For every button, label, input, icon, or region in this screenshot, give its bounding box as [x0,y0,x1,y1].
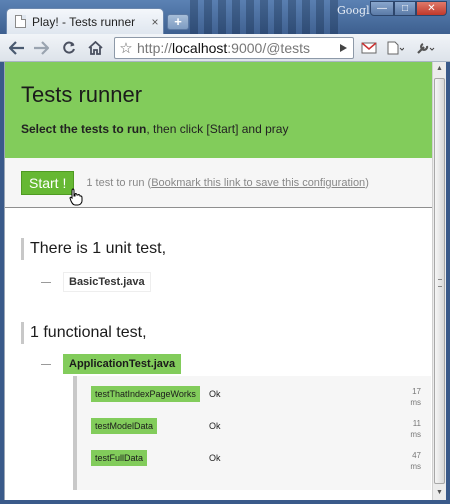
test-status: Ok [209,389,221,399]
functional-test-file[interactable]: ApplicationTest.java [63,354,182,374]
url-text[interactable]: http://localhost:9000/@tests [137,40,353,56]
scroll-up-arrow-icon[interactable]: ▲ [433,62,446,76]
duration-unit: ms [410,462,421,471]
bookmark-config-link[interactable]: Bookmark this link to save this configur… [151,177,365,189]
url-scheme: http:// [137,40,173,56]
page-menu-button[interactable] [384,38,406,58]
test-results-panel: testThatIndexPageWorks Ok 17 ms testModel… [73,376,431,490]
test-count-text: 1 test to run [86,176,145,189]
run-info: 1 test to run (Bookmark this link to sav… [86,177,369,189]
test-name: testFullData [91,450,148,466]
gmail-button[interactable] [358,38,380,58]
test-duration: 11 ms [401,418,421,440]
actions-bar: Start ! 1 test to run (Bookmark this lin… [5,158,433,208]
page-menu-icon [387,41,404,55]
test-status: Ok [209,453,221,463]
play-icon [340,44,347,52]
new-tab-button[interactable]: + [167,14,189,30]
unit-test-file-row: BasicTest.java [41,272,433,292]
test-name: testModelData [91,418,158,434]
bookmark-star-icon[interactable]: ☆ [115,39,137,57]
window-titlebar: Play! - Tests runner × + Google — □ ✕ [0,0,450,34]
page-icon [15,15,26,28]
functional-tests-heading: 1 functional test, [21,322,433,344]
subtitle-bold: Select the tests to run [21,122,147,136]
tree-dash [41,363,51,365]
tools-menu-button[interactable] [414,38,436,58]
duration-unit: ms [410,398,421,407]
subtitle-rest: , then click [Start] and pray [146,122,289,136]
browser-toolbar: ☆ http://localhost:9000/@tests [0,34,450,62]
duration-value: 17 [412,387,421,396]
functional-test-file-row: ApplicationTest.java [41,354,433,374]
tab-title: Play! - Tests runner [32,14,136,29]
duration-value: 47 [412,451,421,460]
unit-tests-section: There is 1 unit test, BasicTest.java [5,238,433,292]
close-window-button[interactable]: ✕ [416,1,447,16]
test-duration: 17 ms [401,386,421,408]
mail-icon [361,42,377,54]
home-button[interactable] [84,38,106,58]
test-status: Ok [209,421,221,431]
reload-button[interactable] [58,38,80,58]
close-paren: ) [365,176,369,189]
unit-tests-heading: There is 1 unit test, [21,238,433,260]
url-host: localhost [172,40,228,56]
page-title: Tests runner [21,82,143,107]
page-subtitle: Select the tests to run, then click [Sta… [21,122,417,136]
url-path: :9000/@tests [227,40,310,56]
wrench-icon [417,42,435,54]
browser-tab[interactable]: Play! - Tests runner × [6,8,164,34]
test-result-row: testThatIndexPageWorks Ok 17 ms [91,386,431,418]
back-button[interactable] [6,38,28,58]
tests-runner-page: Tests runner Select the tests to run, th… [5,62,433,500]
go-button[interactable] [332,38,354,58]
scrollbar-thumb[interactable] [434,78,445,484]
hand-cursor-icon [69,188,83,206]
page-viewport: Tests runner Select the tests to run, th… [4,62,446,500]
page-header: Tests runner Select the tests to run, th… [5,62,433,158]
test-result-row: testFullData Ok 47 ms [91,450,431,482]
reload-icon [63,41,75,54]
test-name: testThatIndexPageWorks [91,386,200,402]
address-bar[interactable]: ☆ http://localhost:9000/@tests [114,37,354,59]
duration-unit: ms [410,430,421,439]
functional-tests-section: 1 functional test, ApplicationTest.java … [5,322,433,490]
maximize-button[interactable]: □ [394,1,416,16]
scroll-down-arrow-icon[interactable]: ▼ [433,486,446,500]
home-icon [87,41,103,55]
forward-button[interactable] [30,38,52,58]
tree-dash [41,281,51,283]
start-button[interactable]: Start ! [21,170,75,195]
back-arrow-icon [9,41,24,55]
theme-background [190,0,340,34]
minimize-button[interactable]: — [370,1,394,16]
test-result-row: testModelData Ok 11 ms [91,418,431,450]
tab-close-button[interactable]: × [147,15,163,29]
forward-arrow-icon [34,41,49,55]
test-duration: 47 ms [401,450,421,472]
vertical-scrollbar[interactable]: ▲ ▼ [432,62,446,500]
duration-value: 11 [412,419,421,428]
unit-test-file[interactable]: BasicTest.java [63,272,151,292]
